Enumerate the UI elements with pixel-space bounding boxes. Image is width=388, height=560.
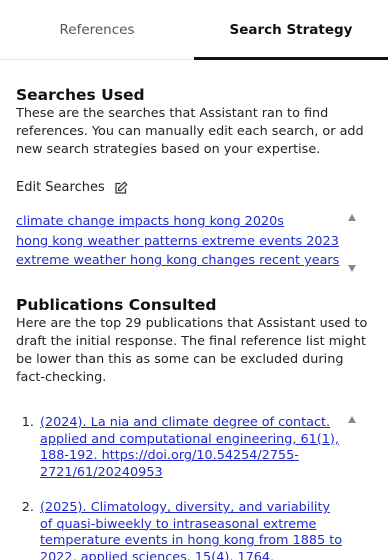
edit-icon[interactable] bbox=[114, 180, 128, 194]
scroll-up-arrow-icon[interactable] bbox=[348, 214, 356, 221]
publication-link[interactable]: (2025). Climatology, diversity, and vari… bbox=[40, 500, 346, 560]
search-link[interactable]: climate change impacts hong kong 2020s bbox=[16, 212, 346, 232]
list-item: 1. (2024). La nia and climate degree of … bbox=[16, 415, 346, 481]
publication-link[interactable]: (2024). La nia and climate degree of con… bbox=[40, 415, 346, 481]
publications-description: Here are the top 29 publications that As… bbox=[16, 316, 368, 385]
edit-searches-row: Edit Searches bbox=[16, 177, 372, 197]
publications-title: Publications Consulted bbox=[16, 296, 217, 314]
list-item: 2. (2025). Climatology, diversity, and v… bbox=[16, 500, 346, 560]
search-strategy-panel: References Search Strategy Searches Used… bbox=[0, 0, 388, 560]
search-list: climate change impacts hong kong 2020s h… bbox=[16, 212, 372, 272]
tab-content: Searches Used These are the searches tha… bbox=[0, 86, 388, 560]
edit-searches-label: Edit Searches bbox=[16, 179, 105, 195]
tab-references[interactable]: References bbox=[0, 0, 194, 59]
search-link[interactable]: extreme weather hong kong changes recent… bbox=[16, 251, 346, 271]
scroll-up-arrow-icon[interactable] bbox=[348, 416, 356, 423]
tab-search-strategy[interactable]: Search Strategy bbox=[194, 0, 388, 60]
list-number: 2. bbox=[21, 500, 34, 515]
search-link[interactable]: hong kong weather patterns extreme event… bbox=[16, 232, 346, 252]
searches-title: Searches Used bbox=[16, 86, 145, 104]
list-number: 1. bbox=[21, 415, 34, 430]
scroll-down-arrow-icon[interactable] bbox=[348, 265, 356, 272]
tab-bar: References Search Strategy bbox=[0, 0, 388, 60]
searches-description: These are the searches that Assistant ra… bbox=[16, 106, 364, 157]
publication-list: 1. (2024). La nia and climate degree of … bbox=[16, 415, 372, 560]
